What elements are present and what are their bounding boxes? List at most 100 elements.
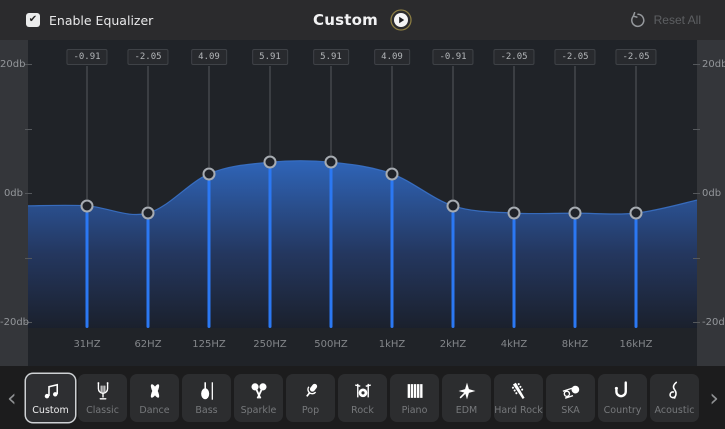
preset-tile-ska[interactable]: SKA <box>546 374 595 422</box>
equalizer-graph: -0.91 31HZ -2.05 62HZ 4.09 125HZ 5.91 250HZ 5.91… <box>0 40 725 366</box>
db-axis-tick <box>25 257 32 259</box>
slider-active-track[interactable] <box>573 219 577 328</box>
slider-handle[interactable] <box>385 167 399 181</box>
frequency-label: 16kHZ <box>619 339 653 350</box>
frequency-label: 1kHZ <box>378 339 406 350</box>
db-axis-tick <box>693 257 700 259</box>
preset-tile-dance[interactable]: Dance <box>130 374 179 422</box>
slider-rail <box>208 66 210 167</box>
db-axis-label: 20db <box>702 58 725 70</box>
preset-tile-country[interactable]: Country <box>598 374 647 422</box>
slider-rail <box>330 66 332 156</box>
slider-rail <box>391 66 393 167</box>
db-axis-label: -20db <box>702 316 725 328</box>
play-icon <box>390 9 412 31</box>
db-axis-tick <box>693 128 700 130</box>
slider-handle[interactable] <box>507 206 521 220</box>
reset-all-button[interactable]: Reset All <box>629 0 701 40</box>
slider-active-track[interactable] <box>146 219 150 328</box>
db-axis-label: -20db <box>0 316 30 328</box>
header-bar: ✔ Enable Equalizer Custom Reset All <box>0 0 725 40</box>
preset-tile-pop[interactable]: Pop <box>286 374 335 422</box>
play-button[interactable] <box>390 9 412 31</box>
slider-active-track[interactable] <box>207 179 211 328</box>
slider-handle[interactable] <box>629 206 643 220</box>
preset-label: Hard Rock <box>494 405 543 416</box>
gain-value-label: -0.91 <box>432 49 474 65</box>
slider-rail <box>86 66 88 199</box>
preset-label: Classic <box>86 405 119 416</box>
ballet-shoes-icon <box>144 378 166 404</box>
microphone-icon <box>300 378 322 404</box>
preset-label: Bass <box>195 405 218 416</box>
db-axis-tick <box>25 193 32 194</box>
frequency-label: 500HZ <box>314 339 348 350</box>
preset-tile-hard-rock[interactable]: Hard Rock <box>494 374 543 422</box>
preset-label: EDM <box>455 405 478 416</box>
db-axis-label: 0db <box>3 187 23 199</box>
db-axis-tick <box>693 322 700 323</box>
frequency-label: 125HZ <box>192 339 226 350</box>
lyre-icon <box>92 378 114 404</box>
slider-rail <box>452 66 454 199</box>
db-axis-tick <box>693 64 700 65</box>
slider-handle[interactable] <box>263 155 277 169</box>
gain-value-label: -2.05 <box>493 49 535 65</box>
preset-bar: ‹ Custom Classic Dance Bass Sparkle Pop … <box>0 366 725 429</box>
slider-rail <box>147 66 149 207</box>
gain-value-label: 5.91 <box>252 49 288 65</box>
preset-tile-sparkle[interactable]: Sparkle <box>234 374 283 422</box>
slider-rail <box>574 66 576 207</box>
preset-tile-acoustic[interactable]: Acoustic <box>650 374 699 422</box>
slider-active-track[interactable] <box>390 179 394 328</box>
preset-label: Rock <box>351 405 374 416</box>
preset-label: SKA <box>561 405 580 416</box>
preset-tile-rock[interactable]: Rock <box>338 374 387 422</box>
preset-tile-bass[interactable]: Bass <box>182 374 231 422</box>
slider-rail <box>635 66 637 207</box>
preset-label: Dance <box>139 405 170 416</box>
gain-value-label: -2.05 <box>554 49 596 65</box>
db-axis-tick <box>25 128 32 130</box>
preset-tile-edm[interactable]: EDM <box>442 374 491 422</box>
slider-active-track[interactable] <box>85 211 89 328</box>
scroll-right-button[interactable]: › <box>709 386 719 410</box>
slider-handle[interactable] <box>80 199 94 213</box>
db-axis-tick <box>25 64 32 65</box>
slider-handle[interactable] <box>141 206 155 220</box>
slider-active-track[interactable] <box>329 168 333 328</box>
slider-active-track[interactable] <box>634 219 638 328</box>
piano-keys-icon <box>404 378 426 404</box>
preset-label: Custom <box>32 405 69 416</box>
gain-value-label: -2.05 <box>127 49 169 65</box>
db-axis-tick <box>693 193 700 194</box>
frequency-label: 62HZ <box>134 339 162 350</box>
slider-handle[interactable] <box>324 155 338 169</box>
frequency-label: 31HZ <box>73 339 101 350</box>
electric-guitar-icon <box>456 378 478 404</box>
frequency-label: 8kHZ <box>561 339 589 350</box>
gain-value-label: 5.91 <box>313 49 349 65</box>
slider-active-track[interactable] <box>451 211 455 328</box>
preset-tiles: Custom Classic Dance Bass Sparkle Pop Ro… <box>26 374 699 422</box>
slider-handle[interactable] <box>568 206 582 220</box>
scroll-left-button[interactable]: ‹ <box>7 386 17 410</box>
equalizer-window: ✔ Enable Equalizer Custom Reset All -0.9… <box>0 0 725 429</box>
enable-checkbox[interactable]: ✔ <box>26 13 40 27</box>
eq-curve-area <box>28 160 697 328</box>
reset-all-label: Reset All <box>653 13 701 27</box>
enable-equalizer-control[interactable]: ✔ Enable Equalizer <box>26 0 153 40</box>
preset-title: Custom <box>313 11 378 29</box>
frequency-label: 2kHZ <box>439 339 467 350</box>
slider-handle[interactable] <box>446 199 460 213</box>
slider-handle[interactable] <box>202 167 216 181</box>
trombone-icon <box>560 378 582 404</box>
saxophone-icon <box>612 378 634 404</box>
preset-tile-piano[interactable]: Piano <box>390 374 439 422</box>
slider-active-track[interactable] <box>268 168 272 328</box>
reset-icon <box>629 11 646 29</box>
preset-label: Country <box>603 405 642 416</box>
preset-tile-custom[interactable]: Custom <box>26 374 75 422</box>
preset-tile-classic[interactable]: Classic <box>78 374 127 422</box>
slider-active-track[interactable] <box>512 219 516 328</box>
